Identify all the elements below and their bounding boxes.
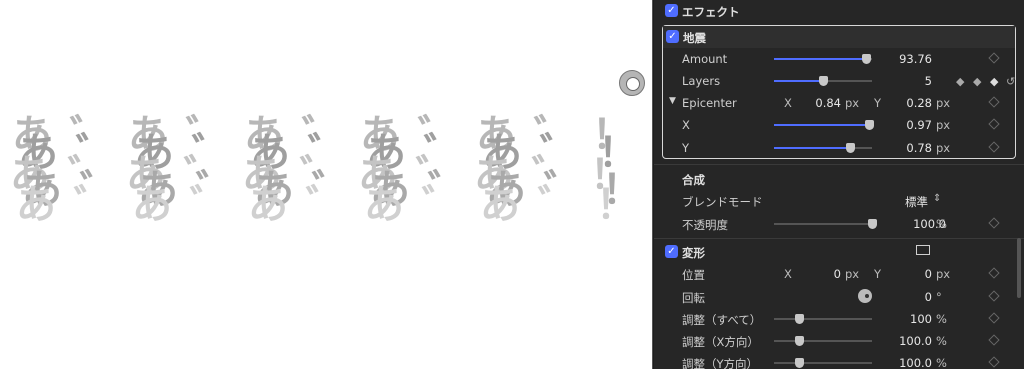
scale-y-value[interactable]: 100.0 [899, 356, 932, 369]
effects-enable-checkbox[interactable]: ✓ [665, 4, 678, 17]
position-x-value[interactable]: 0 [834, 267, 841, 281]
layers-row: Layers 5 ◆ ◆ ◆ ↺ [654, 70, 1024, 92]
x-unit: px [936, 118, 951, 132]
reset-icon[interactable]: ↺ [1006, 75, 1015, 88]
scale-y-keyframe-button[interactable] [988, 356, 1000, 368]
position-x-label: X [784, 267, 792, 281]
amount-slider[interactable] [774, 54, 872, 64]
effects-section-header: ✓ エフェクト [654, 0, 1024, 22]
epicenter-y-row: Y 0.78 px [654, 137, 1024, 159]
position-x-unit: px [845, 267, 860, 281]
epicenter-y-unit: px [936, 96, 951, 110]
epicenter-y-value[interactable]: 0.28 [906, 96, 932, 110]
rotation-unit: ° [936, 290, 942, 304]
amount-value[interactable]: 93.76 [899, 52, 932, 66]
transform-title: 変形 [682, 246, 705, 260]
opacity-label: 不透明度 [682, 218, 728, 232]
scale-x-row: 調整（X方向） 100.0 % [654, 330, 1024, 352]
scale-y-label: 調整（Y方向） [682, 357, 759, 369]
keyframe-filled-icon[interactable]: ◆ [990, 75, 998, 88]
rotation-dial-icon[interactable] [858, 289, 872, 303]
earthquake-enable-checkbox[interactable]: ✓ [666, 30, 679, 43]
compositing-title: 合成 [682, 173, 705, 187]
scale-all-row: 調整（すべて） 100 % [654, 308, 1024, 330]
earthquake-text-render: あ゛あ゛あ゛あ゛あ゛！！！ あ゛あ゛あ゛あ゛あ゛！！！ あ゛あ゛あ゛あ゛あ゛！！… [10, 102, 653, 242]
inspector-scrollbar[interactable] [1017, 238, 1021, 298]
epicenter-x-label: X [784, 96, 792, 110]
scale-all-keyframe-button[interactable] [988, 312, 1000, 324]
earthquake-title: 地震 [683, 31, 706, 45]
epicenter-x-unit: px [845, 96, 860, 110]
scale-y-row: 調整（Y方向） 100.0 % [654, 352, 1024, 369]
scale-x-keyframe-button[interactable] [988, 334, 1000, 346]
opacity-slider[interactable] [774, 219, 877, 229]
blend-mode-label: ブレンドモード [682, 195, 763, 209]
x-label: X [682, 118, 690, 132]
opacity-keyframe-button[interactable] [988, 217, 1000, 229]
section-divider [654, 164, 1024, 165]
previous-keyframe-icon[interactable]: ◆ [956, 75, 964, 88]
amount-row: Amount 93.76 [654, 48, 1024, 70]
epicenter-y-label: Y [874, 96, 882, 110]
scale-y-unit: % [936, 356, 947, 369]
inspector-panel: ✓ エフェクト ✓ 地震 Amount 93.76 Layers 5 ◆ ◆ ◆… [654, 0, 1024, 369]
transform-header: ✓ 変形 [654, 241, 1024, 263]
x-keyframe-button[interactable] [988, 118, 1000, 130]
blend-mode-popup[interactable]: 標準 [905, 194, 928, 210]
rotation-row: 回転 0 ° [654, 286, 1024, 308]
x-value[interactable]: 0.97 [906, 118, 932, 132]
epicenter-keyframe-button[interactable] [988, 96, 1000, 108]
scale-x-slider[interactable] [774, 336, 872, 346]
scale-all-value[interactable]: 100 [910, 312, 932, 326]
amount-keyframe-button[interactable] [988, 52, 1000, 64]
epicenter-label: Epicenter [682, 96, 737, 110]
y-keyframe-button[interactable] [988, 141, 1000, 153]
transform-enable-checkbox[interactable]: ✓ [665, 245, 678, 258]
y-unit: px [936, 141, 951, 155]
compositing-header: 合成 [654, 168, 1024, 190]
layers-slider[interactable] [774, 76, 872, 86]
scale-all-slider[interactable] [774, 314, 872, 324]
scale-x-label: 調整（X方向） [682, 335, 759, 349]
opacity-unit: % [936, 217, 947, 231]
blend-mode-row: ブレンドモード 標準 ⇕ [654, 190, 1024, 212]
position-row: 位置 X 0 px Y 0 px [654, 263, 1024, 285]
earthquake-effect-header: ✓ 地震 [663, 26, 1015, 48]
layers-label: Layers [682, 74, 721, 88]
effects-header-label: エフェクト [682, 5, 740, 19]
position-label: 位置 [682, 268, 705, 282]
position-y-label: Y [874, 267, 882, 281]
epicenter-row: ▼ Epicenter X 0.84 px Y 0.28 px [654, 92, 1024, 114]
transform-onscreen-control-icon[interactable] [916, 245, 930, 255]
canvas-viewer[interactable]: あ゛あ゛あ゛あ゛あ゛！！！ あ゛あ゛あ゛あ゛あ゛！！！ あ゛あ゛あ゛あ゛あ゛！！… [0, 0, 653, 369]
disclosure-triangle-icon[interactable]: ▼ [669, 96, 676, 106]
y-value[interactable]: 0.78 [906, 141, 932, 155]
x-slider[interactable] [774, 120, 875, 130]
amount-label: Amount [682, 52, 728, 66]
rotation-keyframe-button[interactable] [988, 290, 1000, 302]
epicenter-onscreen-control[interactable] [619, 70, 645, 96]
position-y-value[interactable]: 0 [925, 267, 932, 281]
rotation-value[interactable]: 0 [925, 290, 932, 304]
next-keyframe-icon[interactable]: ◆ [973, 75, 981, 88]
position-y-unit: px [936, 267, 951, 281]
scale-x-unit: % [936, 334, 947, 348]
scale-all-unit: % [936, 312, 947, 326]
y-slider[interactable] [774, 143, 872, 153]
epicenter-x-value[interactable]: 0.84 [815, 96, 841, 110]
text-layer-5: あ゛あ゛あ゛あ゛あ゛！！！ [16, 182, 653, 228]
popup-arrows-icon[interactable]: ⇕ [933, 193, 941, 204]
y-label: Y [682, 141, 690, 155]
rotation-label: 回転 [682, 291, 705, 305]
position-keyframe-button[interactable] [988, 267, 1000, 279]
layers-value[interactable]: 5 [925, 74, 932, 88]
scale-all-label: 調整（すべて） [682, 313, 762, 327]
opacity-row: 不透明度 100.0 % [654, 213, 1024, 235]
section-divider [654, 238, 1024, 239]
epicenter-x-row: X 0.97 px [654, 114, 1024, 136]
scale-x-value[interactable]: 100.0 [899, 334, 932, 348]
scale-y-slider[interactable] [774, 358, 872, 368]
